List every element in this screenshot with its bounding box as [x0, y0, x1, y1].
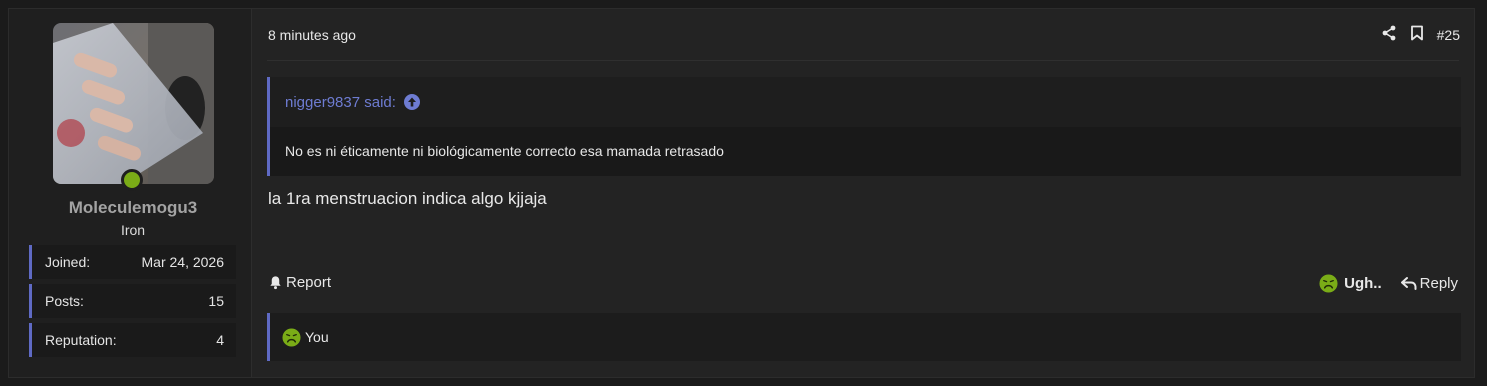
online-status-indicator	[121, 169, 143, 191]
stat-value: 15	[208, 293, 224, 309]
stat-label: Reputation:	[45, 332, 117, 348]
react-label: Ugh..	[1344, 275, 1382, 292]
quote-header[interactable]: nigger9837 said:	[270, 77, 1461, 127]
bell-icon	[268, 275, 283, 290]
nauseated-face-icon	[282, 327, 301, 347]
stat-value: 4	[216, 332, 224, 348]
stat-value: Mar 24, 2026	[141, 254, 225, 270]
report-button[interactable]: Report	[268, 274, 331, 291]
avatar-wrapper	[53, 23, 214, 191]
username[interactable]: Moleculemogu3	[9, 198, 257, 218]
reply-button[interactable]: Reply	[1400, 275, 1458, 292]
post-actions-right: Ugh.. Reply	[1319, 274, 1458, 293]
reactions-users[interactable]: You	[305, 329, 329, 345]
stat-posts: Posts: 15	[29, 284, 236, 318]
post-footer: Report Ugh.. Reply	[268, 274, 1458, 294]
arrow-up-circle-icon[interactable]	[403, 94, 420, 110]
post-main: 8 minutes ago #25 nigger9837 said: No es…	[252, 9, 1474, 377]
stat-joined: Joined: Mar 24, 2026	[29, 245, 236, 279]
quote-block: nigger9837 said: No es ni éticamente ni …	[267, 77, 1461, 176]
post-header-actions: #25	[1381, 25, 1460, 44]
avatar[interactable]	[53, 23, 214, 184]
post-message: la 1ra menstruacion indica algo kjjaja	[268, 189, 547, 208]
quote-text: No es ni éticamente ni biológicamente co…	[270, 127, 1461, 176]
reactions-bar[interactable]: You	[267, 313, 1461, 361]
reply-label: Reply	[1419, 275, 1458, 292]
post-number[interactable]: #25	[1437, 27, 1460, 43]
user-title: Iron	[120, 222, 146, 238]
nauseated-face-icon	[1319, 274, 1338, 293]
react-button[interactable]: Ugh..	[1319, 274, 1382, 293]
bookmark-icon[interactable]	[1410, 25, 1424, 44]
header-divider	[267, 60, 1459, 61]
user-sidebar: Moleculemogu3 Iron Joined: Mar 24, 2026 …	[9, 9, 252, 377]
reply-arrow-icon	[1400, 276, 1417, 291]
post-time[interactable]: 8 minutes ago	[268, 27, 356, 43]
stat-label: Posts:	[45, 293, 84, 309]
stat-reputation: Reputation: 4	[29, 323, 236, 357]
report-label: Report	[286, 274, 332, 291]
quote-author[interactable]: nigger9837 said:	[285, 94, 396, 111]
share-icon[interactable]	[1381, 25, 1397, 44]
post-container: Moleculemogu3 Iron Joined: Mar 24, 2026 …	[8, 8, 1475, 378]
stat-label: Joined:	[45, 254, 91, 270]
